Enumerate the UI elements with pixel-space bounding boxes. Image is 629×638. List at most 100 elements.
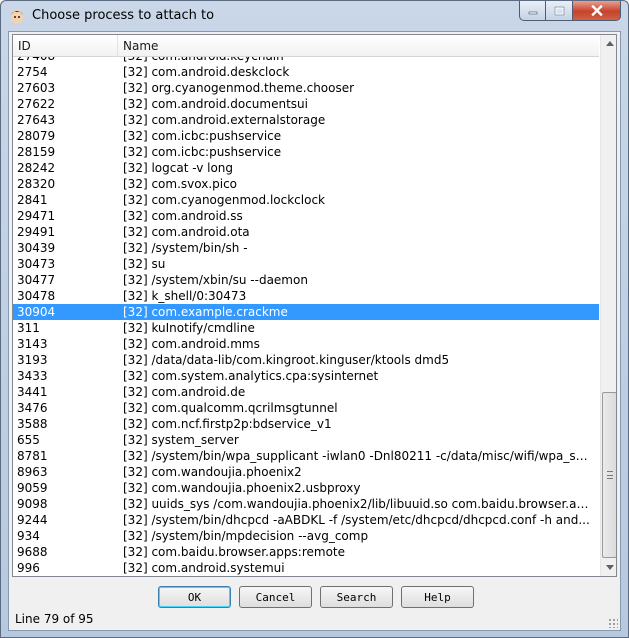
table-row[interactable]: 2754 [32] com.android.deskclock xyxy=(13,64,599,80)
dialog-client: ID Name 27408[32] com.android.keychain27… xyxy=(8,31,621,631)
arrow-down-icon xyxy=(605,565,614,570)
cell-id: 27643 xyxy=(17,113,56,127)
cell-name: [32] /system/bin/dhcpcd -aABDKL -f /syst… xyxy=(123,513,590,527)
table-row[interactable]: 3588 [32] com.ncf.firstp2p:bdservice_v1 xyxy=(13,416,599,432)
cell-name: [32] k_shell/0:30473 xyxy=(123,289,247,303)
table-row[interactable]: 27643 [32] com.android.externalstorage xyxy=(13,112,599,128)
cell-id: 28320 xyxy=(17,177,56,191)
cell-name: [32] com.android.keychain xyxy=(123,57,593,64)
table-row[interactable]: 30439 [32] /system/bin/sh - xyxy=(13,240,599,256)
table-row[interactable]: 29471 [32] com.android.ss xyxy=(13,208,599,224)
table-row[interactable]: 9098 [32] uuids_sys /com.wandoujia.phoeni… xyxy=(13,496,599,512)
table-row[interactable]: 28320 [32] com.svox.pico xyxy=(13,176,599,192)
cell-id: 27408 xyxy=(17,57,115,64)
dialog-window: Choose process to attach to ID Name 2754… xyxy=(0,0,629,638)
table-row[interactable]: 8781 [32] /system/bin/wpa_supplicant -iwl… xyxy=(13,448,599,464)
table-row[interactable]: 934 [32] /system/bin/mpdecision --avg_com… xyxy=(13,528,599,544)
ok-button[interactable]: OK xyxy=(158,586,231,608)
window-title: Choose process to attach to xyxy=(32,8,215,23)
table-row[interactable]: 28242 [32] logcat -v long xyxy=(13,160,599,176)
maximize-icon xyxy=(554,6,564,15)
cell-id: 3441 xyxy=(17,385,48,399)
minimize-button[interactable] xyxy=(519,1,546,21)
table-row[interactable]: 3476 [32] com.qualcomm.qcrilmsgtunnel xyxy=(13,400,599,416)
cell-name: [32] /system/xbin/su --daemon xyxy=(123,273,308,287)
cancel-button[interactable]: Cancel xyxy=(239,586,312,608)
cell-name: [32] com.qualcomm.qcrilmsgtunnel xyxy=(123,401,338,415)
search-button[interactable]: Search xyxy=(320,586,393,608)
table-row-selected[interactable]: 30904 [32] com.example.crackme xyxy=(13,304,599,320)
cell-id: 9059 xyxy=(17,481,48,495)
table-row[interactable]: 28079 [32] com.icbc:pushservice xyxy=(13,128,599,144)
table-row[interactable]: 311 [32] kuInotify/cmdline xyxy=(13,320,599,336)
cell-id: 2841 xyxy=(17,193,48,207)
cell-name: [32] com.android.ota xyxy=(123,225,250,239)
table-row[interactable]: 28159 [32] com.icbc:pushservice xyxy=(13,144,599,160)
close-button[interactable] xyxy=(573,1,621,21)
table-row[interactable]: 27408 [32] com.android.keychain xyxy=(13,57,599,64)
cell-id: 29491 xyxy=(17,225,56,239)
table-row[interactable]: 2841 [32] com.cyanogenmod.lockclock xyxy=(13,192,599,208)
table-row[interactable]: 3193 [32] /data/data-lib/com.kingroot.kin… xyxy=(13,352,599,368)
cell-id: 3433 xyxy=(17,369,48,383)
cell-id: 27622 xyxy=(17,97,56,111)
cell-id: 8963 xyxy=(17,465,48,479)
table-row[interactable]: 27603 [32] org.cyanogenmod.theme.chooser xyxy=(13,80,599,96)
table-row[interactable]: 9059 [32] com.wandoujia.phoenix2.usbproxy xyxy=(13,480,599,496)
cell-id: 934 xyxy=(17,529,40,543)
table-row[interactable]: 3433 [32] com.system.analytics.cpa:sysint… xyxy=(13,368,599,384)
table-row[interactable]: 9688 [32] com.baidu.browser.apps:remote xyxy=(13,544,599,560)
cell-name: [32] com.system.analytics.cpa:sysinterne… xyxy=(123,369,379,383)
table-row[interactable]: 27622 [32] com.android.documentsui xyxy=(13,96,599,112)
scroll-up-button[interactable] xyxy=(601,35,616,52)
table-row[interactable]: 30473 [32] su xyxy=(13,256,599,272)
cell-name: [32] com.wandoujia.phoenix2.usbproxy xyxy=(123,481,361,495)
cell-name: [32] org.cyanogenmod.theme.chooser xyxy=(123,81,355,95)
help-button[interactable]: Help xyxy=(401,586,474,608)
cell-id: 3588 xyxy=(17,417,48,431)
column-header-id[interactable]: ID xyxy=(13,35,118,57)
table-row[interactable]: 655 [32] system_server xyxy=(13,432,599,448)
table-row[interactable]: 3441 [32] com.android.de xyxy=(13,384,599,400)
cell-id: 30904 xyxy=(17,305,56,319)
cell-name: [32] com.icbc:pushservice xyxy=(123,145,282,159)
table-row[interactable]: 8963 [32] com.wandoujia.phoenix2 xyxy=(13,464,599,480)
cell-name: [32] com.ncf.firstp2p:bdservice_v1 xyxy=(123,417,332,431)
arrow-up-icon xyxy=(605,41,614,46)
table-row[interactable]: 996 [32] com.android.systemui xyxy=(13,560,599,576)
cell-id: 655 xyxy=(17,433,40,447)
table-row[interactable]: 9244 [32] /system/bin/dhcpcd -aABDKL -f /… xyxy=(13,512,599,528)
cell-id: 30477 xyxy=(17,273,56,287)
scroll-down-button[interactable] xyxy=(601,559,616,576)
cell-id: 30478 xyxy=(17,289,56,303)
cell-id: 3143 xyxy=(17,337,48,351)
app-icon xyxy=(11,10,23,24)
cell-name: [32] /system/bin/mpdecision --avg_comp xyxy=(123,529,369,543)
column-header-name[interactable]: Name xyxy=(118,35,599,57)
table-row[interactable]: 29491 [32] com.android.ota xyxy=(13,224,599,240)
table-row[interactable]: 3143 [32] com.android.mms xyxy=(13,336,599,352)
table-row[interactable]: 30477 [32] /system/xbin/su --daemon xyxy=(13,272,599,288)
cell-id: 30473 xyxy=(17,257,56,271)
scrollbar-thumb[interactable] xyxy=(602,392,616,558)
cell-name: [32] /system/bin/wpa_supplicant -iwlan0 … xyxy=(123,449,593,463)
cell-id: 27603 xyxy=(17,81,56,95)
cell-id: 8781 xyxy=(17,449,48,463)
resize-grip-icon[interactable] xyxy=(608,618,618,628)
cell-id: 30439 xyxy=(17,241,56,255)
table-row[interactable]: 30478 [32] k_shell/0:30473 xyxy=(13,288,599,304)
cell-name: [32] com.wandoujia.phoenix2 xyxy=(123,465,302,479)
cell-name: [32] com.android.de xyxy=(123,385,246,399)
vertical-scrollbar[interactable] xyxy=(600,35,616,576)
maximize-button[interactable] xyxy=(546,1,573,21)
cell-id: 9244 xyxy=(17,513,48,527)
cell-name: [32] com.svox.pico xyxy=(123,177,238,191)
cell-name: [32] com.android.externalstorage xyxy=(123,113,326,127)
process-list[interactable]: ID Name 27408[32] com.android.keychain27… xyxy=(12,34,617,577)
cell-id: 28079 xyxy=(17,129,56,143)
cell-id: 28242 xyxy=(17,161,56,175)
list-header: ID Name xyxy=(13,35,599,57)
cell-name: [32] /data/data-lib/com.kingroot.kinguse… xyxy=(123,353,450,367)
title-bar[interactable]: Choose process to attach to xyxy=(1,1,628,31)
cell-id: 3193 xyxy=(17,353,48,367)
